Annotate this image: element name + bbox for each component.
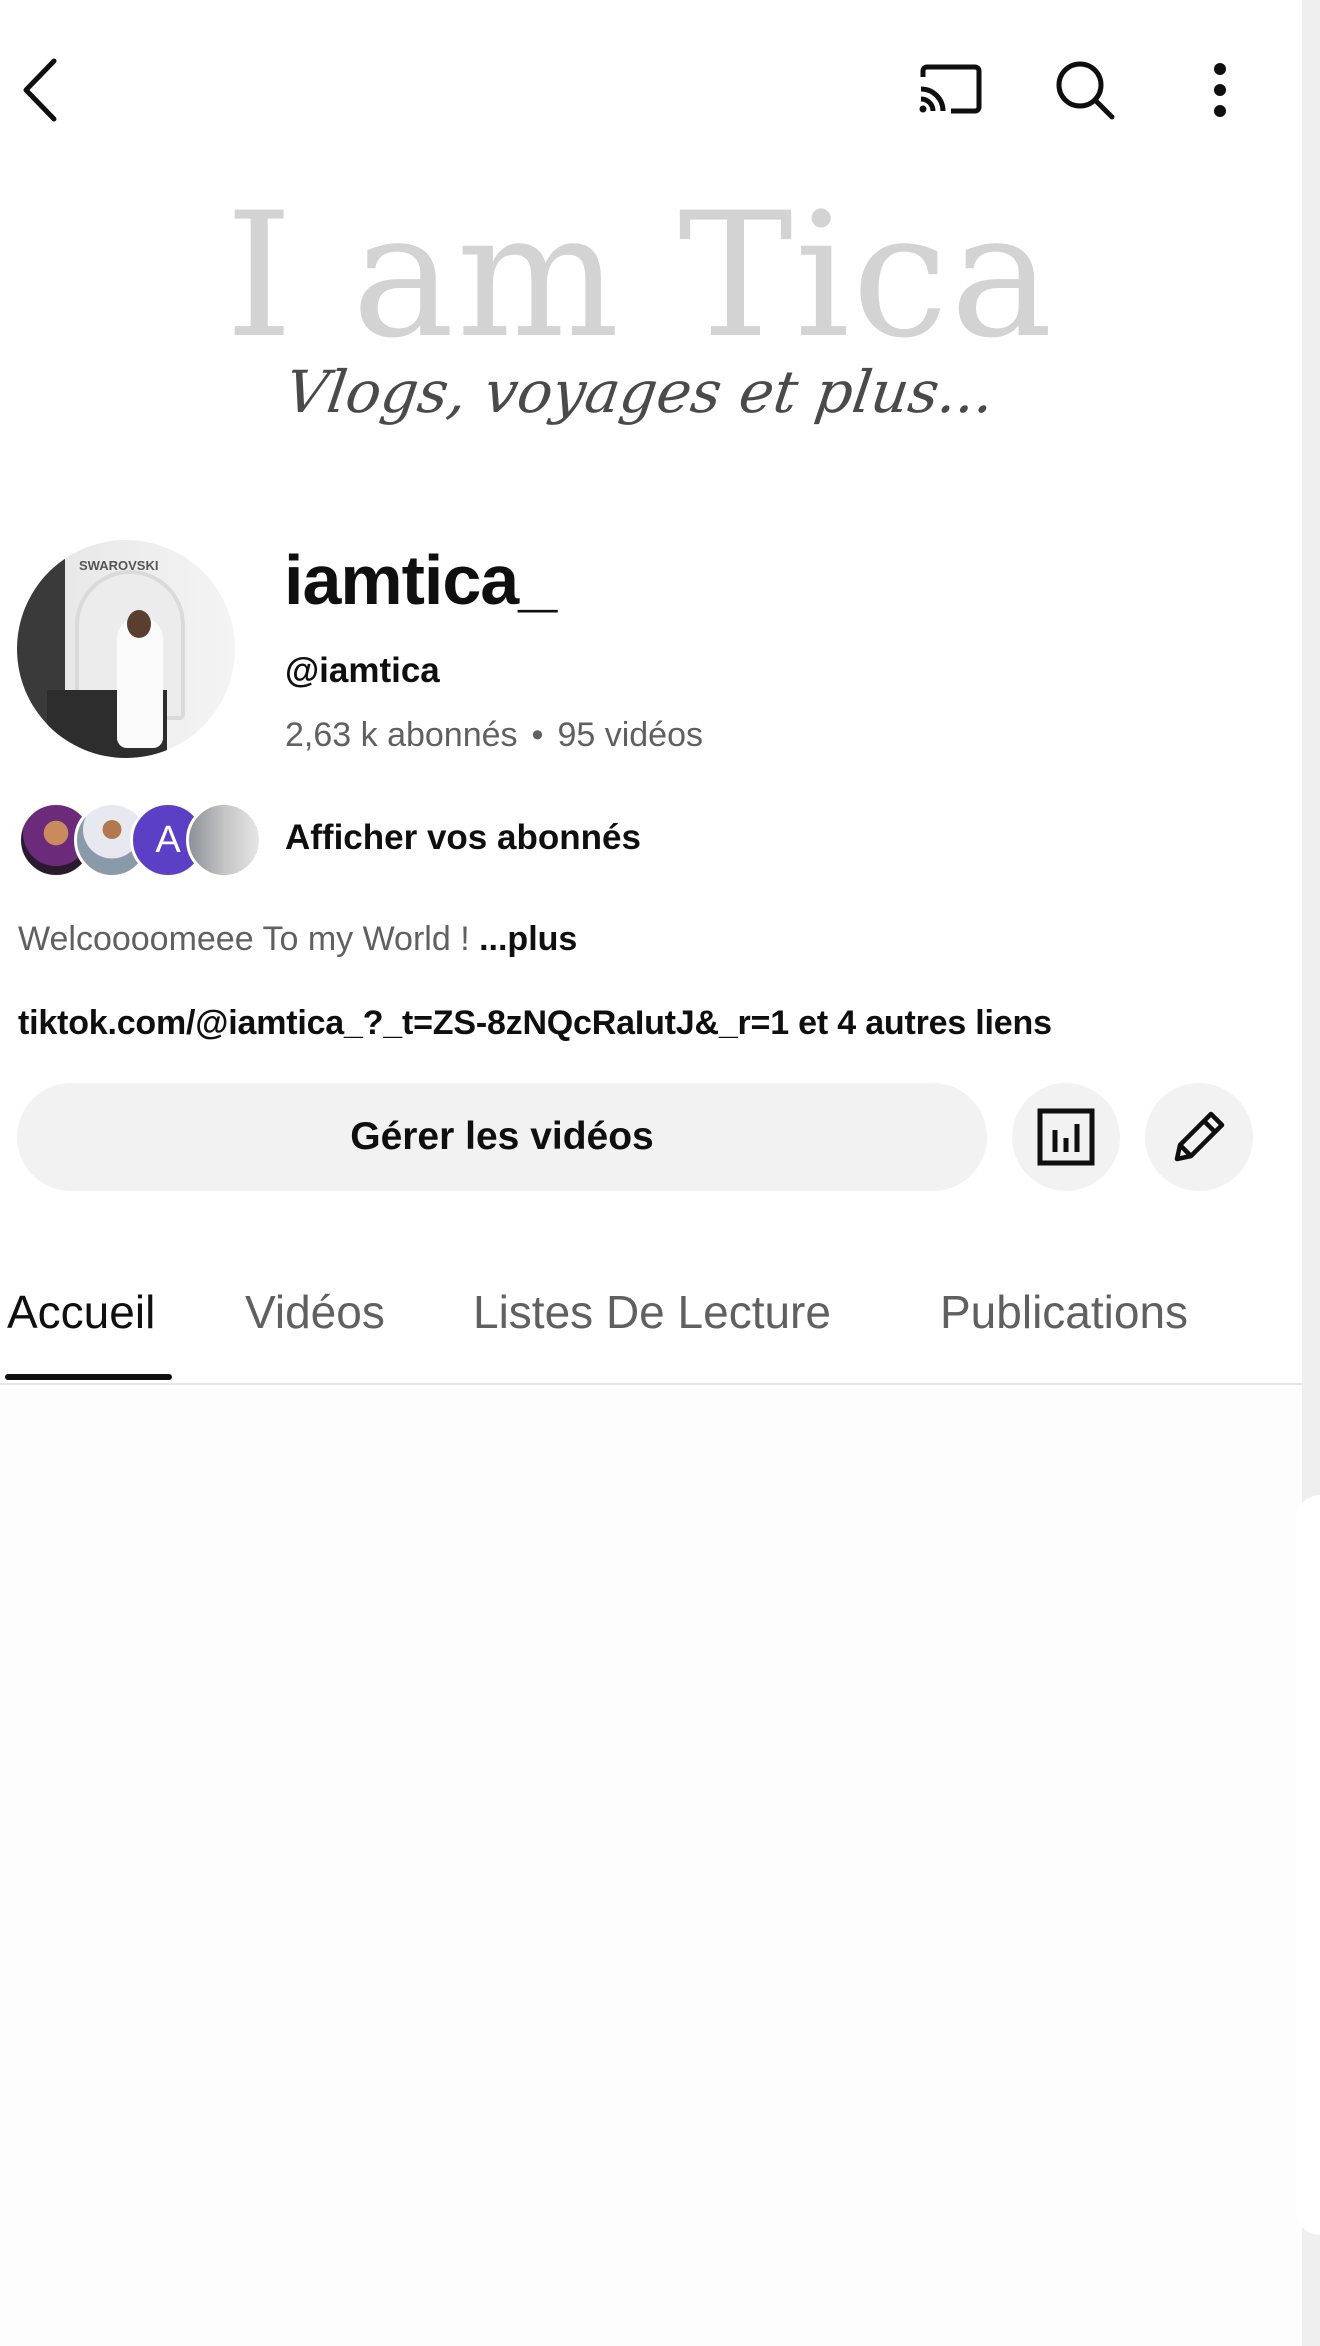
subscriber-count: 2,63 k abonnés xyxy=(285,716,518,754)
search-button[interactable] xyxy=(1045,52,1125,128)
cast-button[interactable] xyxy=(910,55,990,125)
search-icon xyxy=(1056,61,1115,120)
tab-content-area xyxy=(0,1385,1302,2346)
channel-stats: 2,63 k abonnés • 95 vidéos xyxy=(285,716,703,755)
channel-description[interactable]: Welcoooomeee To my World ! ...plus xyxy=(18,920,577,959)
tab-videos[interactable]: Vidéos xyxy=(245,1285,385,1339)
tab-playlists[interactable]: Listes De Lecture xyxy=(473,1285,831,1339)
pencil-icon xyxy=(1174,1111,1225,1162)
tab-accueil[interactable]: Accueil xyxy=(7,1285,155,1339)
subscriber-avatars[interactable]: A xyxy=(18,802,262,878)
more-vertical-icon xyxy=(1214,63,1226,117)
active-tab-indicator xyxy=(5,1374,172,1380)
avatar-sign-text: SWAROVSKI xyxy=(79,558,159,573)
tab-posts[interactable]: Publications xyxy=(940,1285,1188,1339)
back-button[interactable] xyxy=(10,50,70,130)
view-subscribers-link[interactable]: Afficher vos abonnés xyxy=(285,818,641,858)
channel-name: iamtica_ xyxy=(284,541,557,619)
channel-handle: @iamtica xyxy=(285,651,440,690)
more-options-button[interactable] xyxy=(1190,52,1250,128)
channel-tabs: Accueil Vidéos Listes De Lecture Publica… xyxy=(0,1280,1302,1385)
analytics-button[interactable] xyxy=(1012,1083,1120,1191)
channel-page: I am Tica Vlogs, voyages et plus... SWAR… xyxy=(0,0,1302,2346)
edit-channel-button[interactable] xyxy=(1145,1083,1253,1191)
banner-title: I am Tica xyxy=(225,175,1055,376)
description-text: Welcoooomeee To my World ! xyxy=(18,920,480,958)
banner-subtitle: Vlogs, voyages et plus... xyxy=(281,358,999,426)
edge-panel xyxy=(1296,1495,1320,2235)
description-more-link[interactable]: ...plus xyxy=(479,920,577,958)
channel-banner[interactable]: I am Tica Vlogs, voyages et plus... xyxy=(200,190,1080,450)
back-arrow-icon xyxy=(23,58,57,122)
stats-separator: • xyxy=(531,716,544,754)
video-count: 95 vidéos xyxy=(557,716,703,754)
channel-avatar[interactable]: SWAROVSKI xyxy=(17,540,235,758)
analytics-icon xyxy=(1037,1108,1095,1166)
manage-videos-button[interactable]: Gérer les vidéos xyxy=(17,1083,987,1191)
subscriber-avatar xyxy=(186,802,262,878)
channel-links[interactable]: tiktok.com/@iamtica_?_t=ZS-8zNQcRaIutJ&_… xyxy=(18,1004,1052,1043)
cast-icon xyxy=(919,64,982,114)
